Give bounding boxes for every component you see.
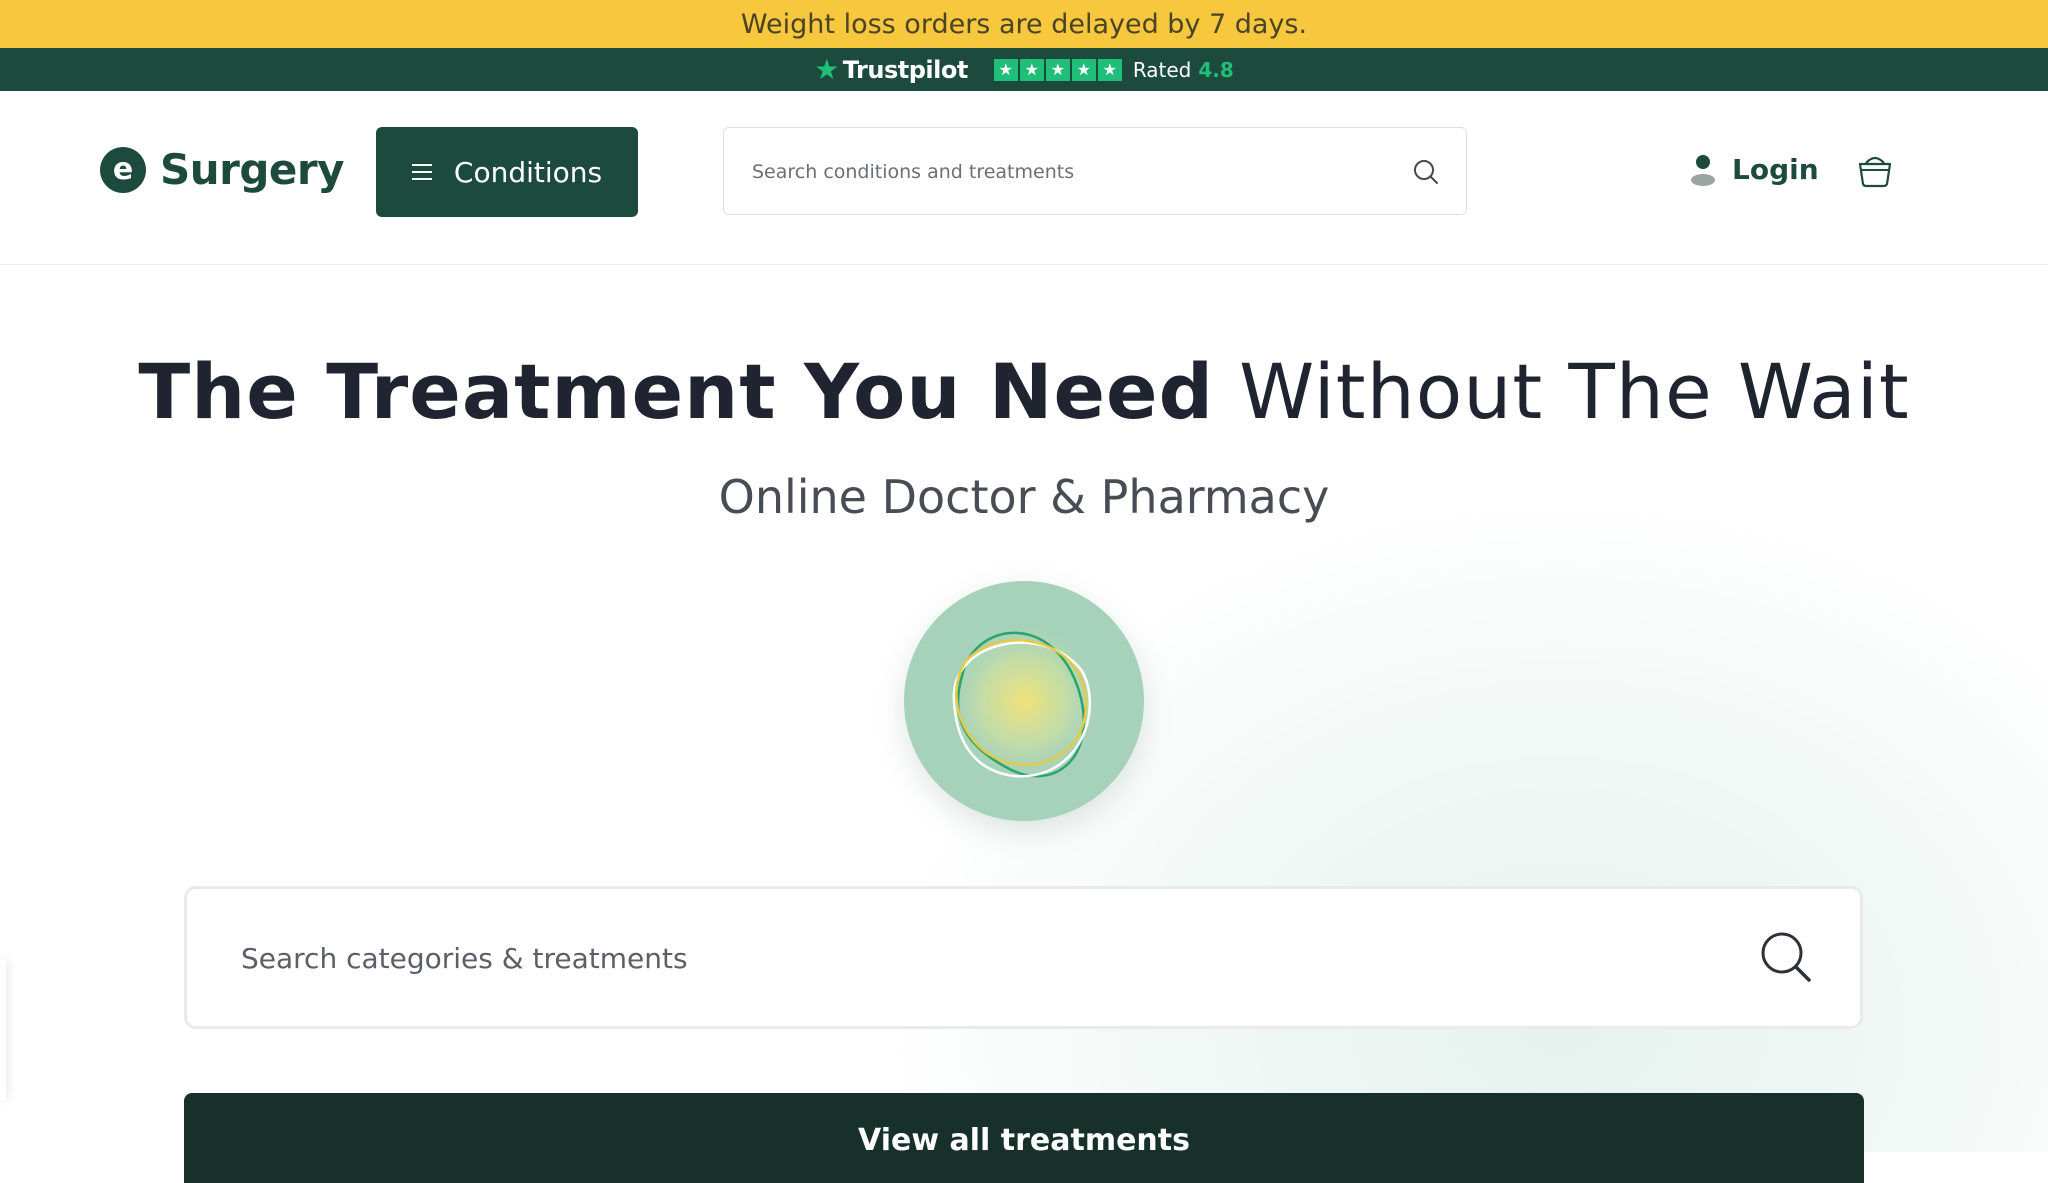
hero-section: The Treatment You Need Without The Wait … (0, 265, 2048, 1183)
rating-star-icon: ★ (1097, 58, 1122, 81)
logo-mark-icon: e (100, 146, 146, 193)
site-logo[interactable]: e Surgery (100, 145, 345, 194)
conditions-label: Conditions (453, 155, 603, 189)
view-all-label: View all treatments (858, 1123, 1190, 1158)
rating-star-icon: ★ (993, 58, 1018, 81)
user-icon (1691, 154, 1715, 186)
rating-star-icon: ★ (1071, 58, 1096, 81)
edge-shadow (0, 960, 6, 1100)
rating-star-icon: ★ (1045, 58, 1070, 81)
rating-value: 4.8 (1198, 57, 1234, 82)
orb-rings-icon (944, 621, 1104, 781)
menu-icon (411, 164, 432, 180)
login-link[interactable]: Login (1690, 153, 1819, 186)
hero-title-strong: The Treatment You Need (138, 347, 1214, 436)
rating-star-icon: ★ (1019, 58, 1044, 81)
trustpilot-bar[interactable]: ★ Trustpilot ★ ★ ★ ★ ★ Rated 4.8 (0, 48, 2048, 91)
treatment-search-input[interactable] (239, 889, 1703, 1028)
header-search-input[interactable] (750, 128, 1394, 216)
trustpilot-logo: ★ Trustpilot (814, 52, 969, 86)
hero-subtitle: Online Doctor & Pharmacy (718, 470, 1330, 524)
search-icon[interactable] (1760, 931, 1812, 983)
hero-title-light: Without The Wait (1239, 347, 1910, 436)
trustpilot-brand: Trustpilot (842, 55, 969, 84)
search-icon[interactable] (1412, 158, 1440, 186)
login-label: Login (1732, 153, 1819, 186)
conditions-button[interactable]: Conditions (376, 127, 638, 217)
view-all-treatments-button[interactable]: View all treatments (184, 1093, 1864, 1183)
logo-text: Surgery (160, 145, 345, 194)
site-header: e Surgery Conditions Login (0, 91, 2048, 266)
announcement-text: Weight loss orders are delayed by 7 days… (740, 8, 1308, 40)
treatment-search (184, 886, 1863, 1029)
announcement-bar: Weight loss orders are delayed by 7 days… (0, 0, 2048, 48)
basket-icon[interactable] (1856, 151, 1894, 189)
rated-label: Rated (1132, 57, 1192, 82)
trustpilot-star-icon: ★ (814, 52, 839, 86)
trustpilot-rating-stars: ★ ★ ★ ★ ★ (993, 58, 1122, 81)
hero-orb-illustration (904, 581, 1144, 821)
header-search (723, 127, 1467, 216)
hero-title: The Treatment You Need Without The Wait (0, 347, 2048, 436)
